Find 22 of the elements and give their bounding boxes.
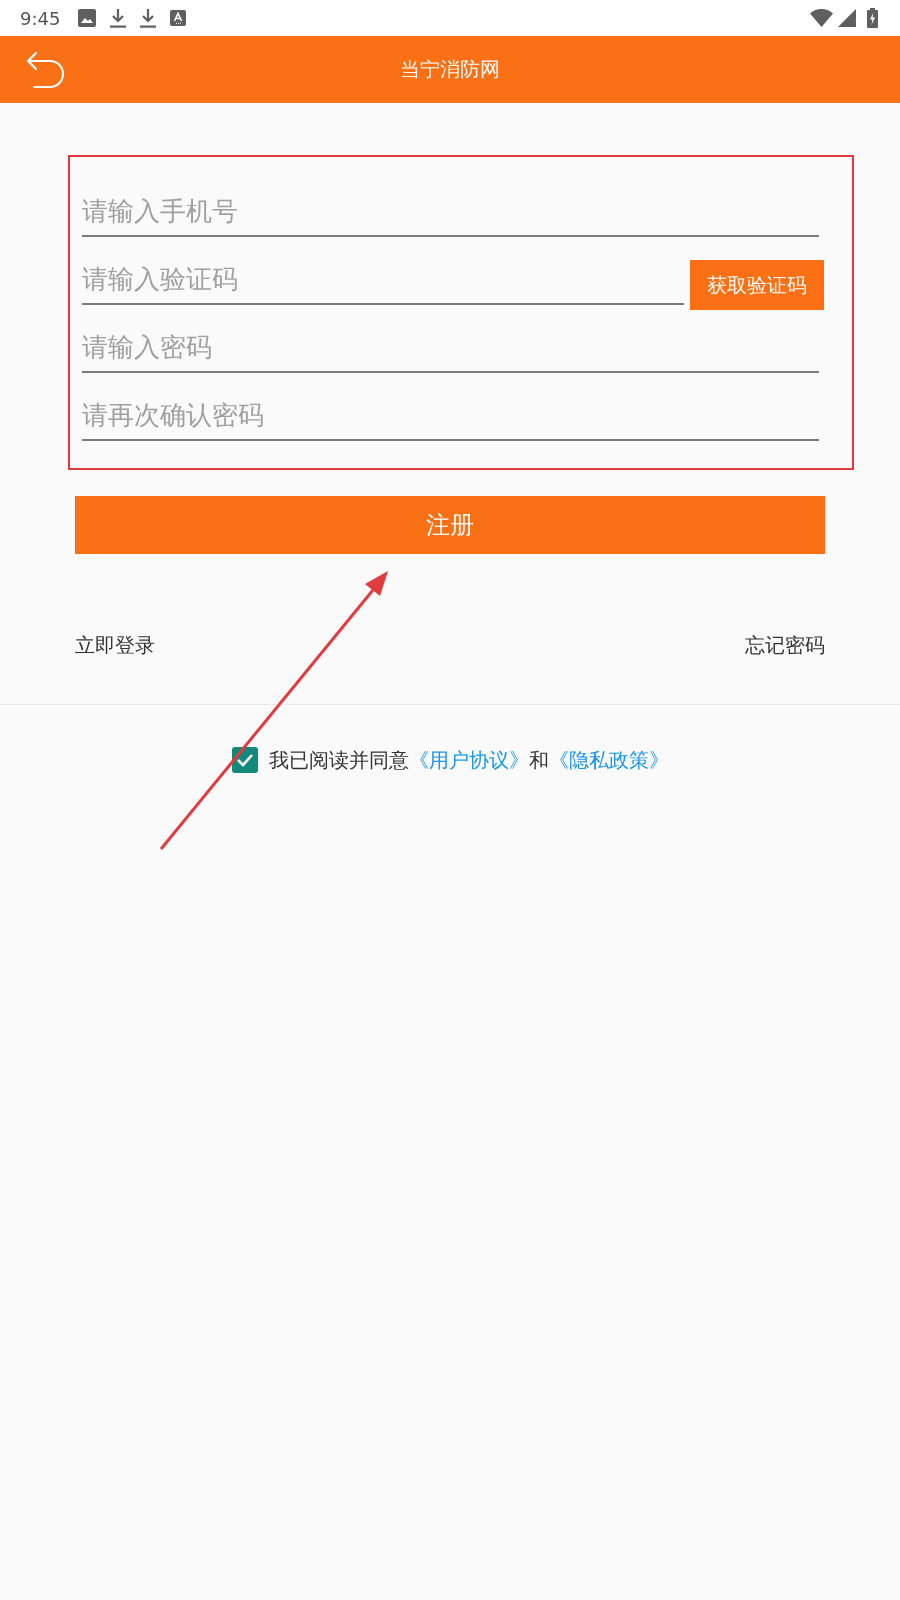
policy-link[interactable]: 《用户协议》: [408, 748, 529, 772]
login-link[interactable]: 立即登录: [75, 631, 155, 659]
register-button[interactable]: 注册: [75, 496, 825, 554]
get-code-button[interactable]: 获取验证码: [690, 260, 824, 310]
image-icon: [78, 9, 97, 27]
download-icon: [140, 8, 157, 28]
input-field[interactable]: 请再次确认密码: [82, 391, 819, 441]
input-field[interactable]: 请输入验证码: [82, 255, 684, 305]
wifi-icon: [810, 9, 833, 27]
back-icon[interactable]: [26, 50, 64, 89]
forgot-password-link[interactable]: 忘记密码: [745, 631, 825, 659]
battery-icon: [867, 8, 878, 28]
status-time: 9:45: [20, 7, 61, 29]
download-icon: [110, 8, 127, 28]
header-title: 当宁消防网: [400, 56, 500, 83]
input-field[interactable]: 请输入密码: [82, 323, 819, 373]
input-field[interactable]: 请输入手机号: [82, 187, 819, 237]
signal-icon: [838, 9, 856, 27]
agreement-checkbox[interactable]: [231, 747, 258, 773]
letter-tile-icon: [170, 10, 187, 26]
policy-link[interactable]: 《隐私政策》: [548, 748, 669, 772]
agreement-text: 我已阅读并同意《用户协议》和《隐私政策》: [268, 747, 669, 774]
